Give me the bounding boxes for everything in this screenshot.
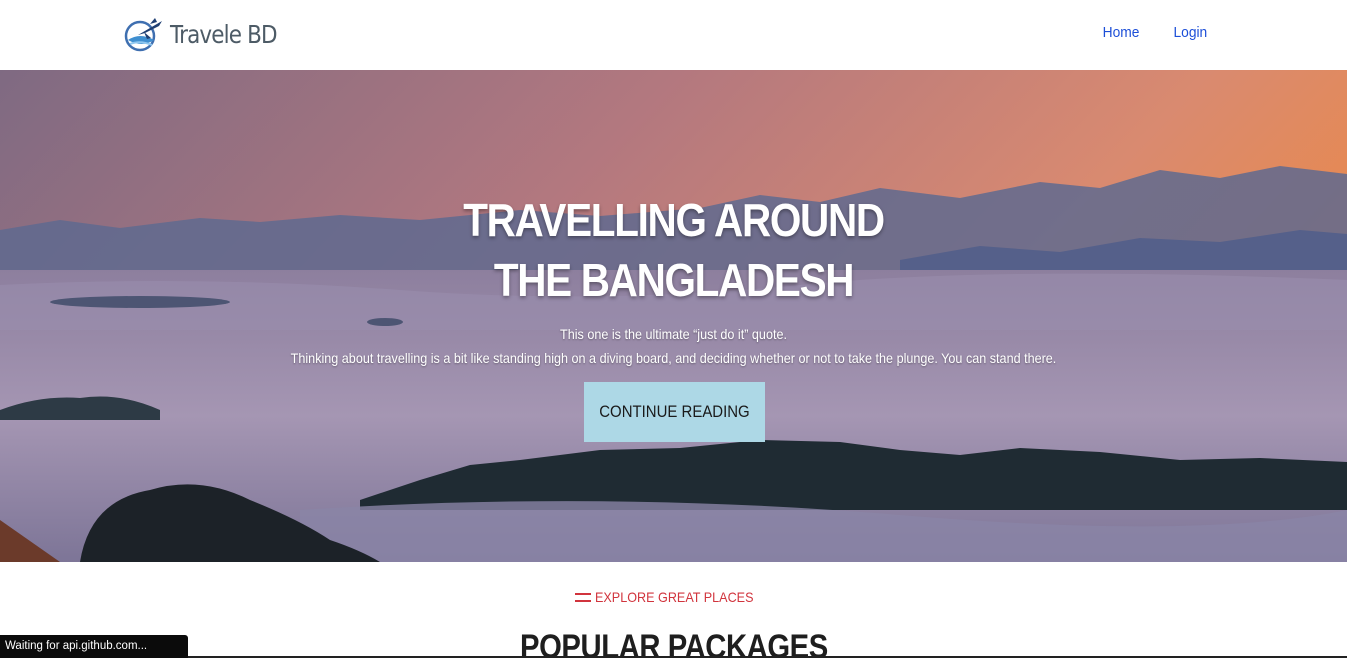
double-line-icon (575, 592, 592, 602)
browser-status-bar: Waiting for api.github.com... (0, 635, 188, 658)
section-eyebrow: EXPLORE GREAT PLACES (0, 589, 1347, 605)
hero-banner: TRAVELLING AROUND THE BANGLADESH This on… (0, 70, 1347, 562)
hero-body-text: Thinking about travelling is a bit like … (290, 350, 1057, 366)
hero-title-line-1: TRAVELLING AROUND (463, 194, 885, 246)
hero-content: TRAVELLING AROUND THE BANGLADESH This on… (0, 70, 1347, 562)
hero-quote: This one is the ultimate “just do it” qu… (560, 326, 787, 342)
hero-description: This one is the ultimate “just do it” qu… (0, 322, 1347, 370)
continue-reading-label: CONTINUE READING (599, 402, 750, 421)
section-title-text: POPULAR PACKAGES (519, 628, 828, 658)
section-title: POPULAR PACKAGES (0, 628, 1347, 658)
nav-home-link[interactable]: Home (1103, 24, 1140, 41)
navbar: Travele BD Home Login (0, 0, 1347, 70)
hero-title-line-2: THE BANGLADESH (493, 254, 855, 306)
page: Travele BD Home Login TRAVELLING AROUND … (0, 0, 1347, 658)
continue-reading-button[interactable]: CONTINUE READING (584, 382, 765, 442)
plane-globe-logo-icon (124, 18, 162, 52)
eyebrow-text: EXPLORE GREAT PLACES (595, 589, 754, 605)
nav-login-link[interactable]: Login (1174, 24, 1208, 41)
nav-links: Home Login (1101, 24, 1209, 41)
brand-link[interactable]: Travele BD (120, 14, 294, 54)
hero-title: TRAVELLING AROUND THE BANGLADESH (0, 190, 1347, 310)
brand-name: Travele BD (170, 19, 278, 49)
